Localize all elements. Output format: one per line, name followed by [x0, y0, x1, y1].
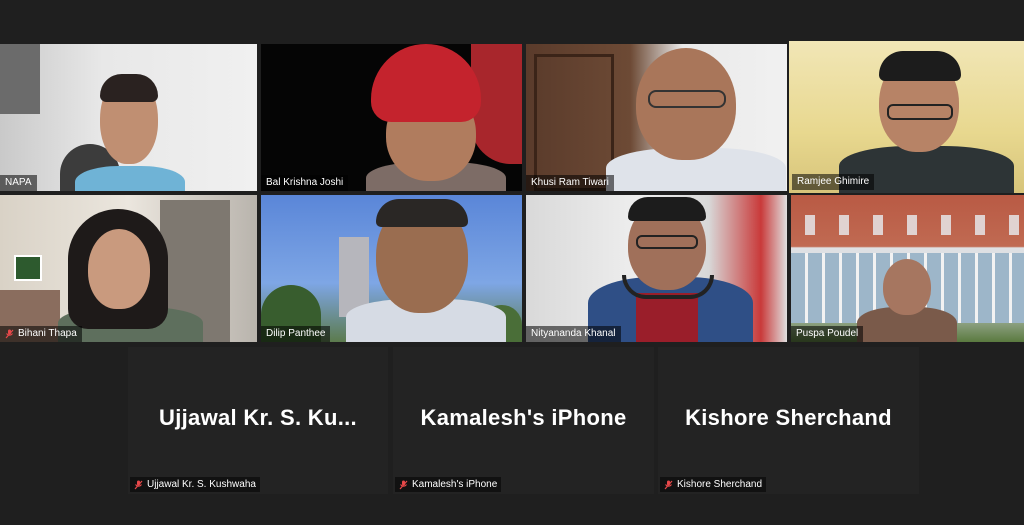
video-tile-bal-krishna-joshi[interactable]: Bal Krishna Joshi	[261, 44, 522, 191]
video-feed	[261, 44, 522, 191]
video-feed	[526, 44, 787, 191]
microphone-muted-icon	[5, 329, 14, 339]
participant-name: Khusi Ram Tiwari	[531, 177, 609, 188]
video-tile-khusi-ram-tiwari[interactable]: Khusi Ram Tiwari	[526, 44, 787, 191]
participant-name: Bal Krishna Joshi	[266, 177, 344, 188]
video-tile-dilip-panthee[interactable]: Dilip Panthee	[261, 195, 522, 342]
audio-tile-ujjawal[interactable]: Ujjawal Kr. S. Ku... Ujjawal Kr. S. Kush…	[128, 347, 388, 494]
participant-name-tag: NAPA	[0, 175, 37, 191]
video-feed	[526, 195, 787, 342]
participant-name: NAPA	[5, 177, 32, 188]
participant-name-tag: Dilip Panthee	[261, 326, 331, 342]
participant-name-tag: Khusi Ram Tiwari	[526, 175, 614, 191]
participant-name: Kishore Sherchand	[677, 479, 763, 490]
video-tile-bihani-thapa[interactable]: Bihani Thapa	[0, 195, 257, 342]
participant-name-tag: Nityananda Khanal	[526, 326, 621, 342]
microphone-muted-icon	[134, 480, 143, 490]
video-feed	[261, 195, 522, 342]
video-feed	[0, 195, 257, 342]
video-tile-ramjee-ghimire[interactable]: Ramjee Ghimire	[789, 41, 1024, 193]
video-tile-nityananda-khanal[interactable]: Nityananda Khanal	[526, 195, 787, 342]
participant-name: Bihani Thapa	[18, 328, 77, 339]
participant-display-name: Kishore Sherchand	[685, 405, 892, 430]
participant-display-name: Ujjawal Kr. S. Ku...	[159, 405, 357, 430]
participant-name: Kamalesh's iPhone	[412, 479, 498, 490]
video-feed	[791, 195, 1024, 342]
participant-name: Nityananda Khanal	[531, 328, 616, 339]
video-tile-napa[interactable]: NAPA	[0, 44, 257, 191]
participant-name: Dilip Panthee	[266, 328, 326, 339]
participant-name: Ramjee Ghimire	[797, 176, 870, 187]
participant-name-tag: Kishore Sherchand	[660, 477, 767, 492]
video-tile-puspa-poudel[interactable]: Puspa Poudel	[791, 195, 1024, 342]
participant-name-tag: Bal Krishna Joshi	[261, 175, 349, 191]
participant-name-tag: Ujjawal Kr. S. Kushwaha	[130, 477, 260, 492]
participant-name-tag: Kamalesh's iPhone	[395, 477, 502, 492]
participant-name: Puspa Poudel	[796, 328, 859, 339]
audio-tile-kamalesh[interactable]: Kamalesh's iPhone Kamalesh's iPhone	[393, 347, 654, 494]
participant-name: Ujjawal Kr. S. Kushwaha	[147, 479, 256, 490]
microphone-muted-icon	[399, 480, 408, 490]
participant-name-tag: Ramjee Ghimire	[792, 174, 875, 190]
video-feed	[0, 44, 257, 191]
participant-name-tag: Bihani Thapa	[0, 326, 82, 342]
video-feed	[789, 41, 1024, 193]
participant-name-tag: Puspa Poudel	[791, 326, 864, 342]
participant-display-name: Kamalesh's iPhone	[420, 405, 627, 430]
audio-tile-kishore-sherchand[interactable]: Kishore Sherchand Kishore Sherchand	[658, 347, 919, 494]
microphone-muted-icon	[664, 480, 673, 490]
